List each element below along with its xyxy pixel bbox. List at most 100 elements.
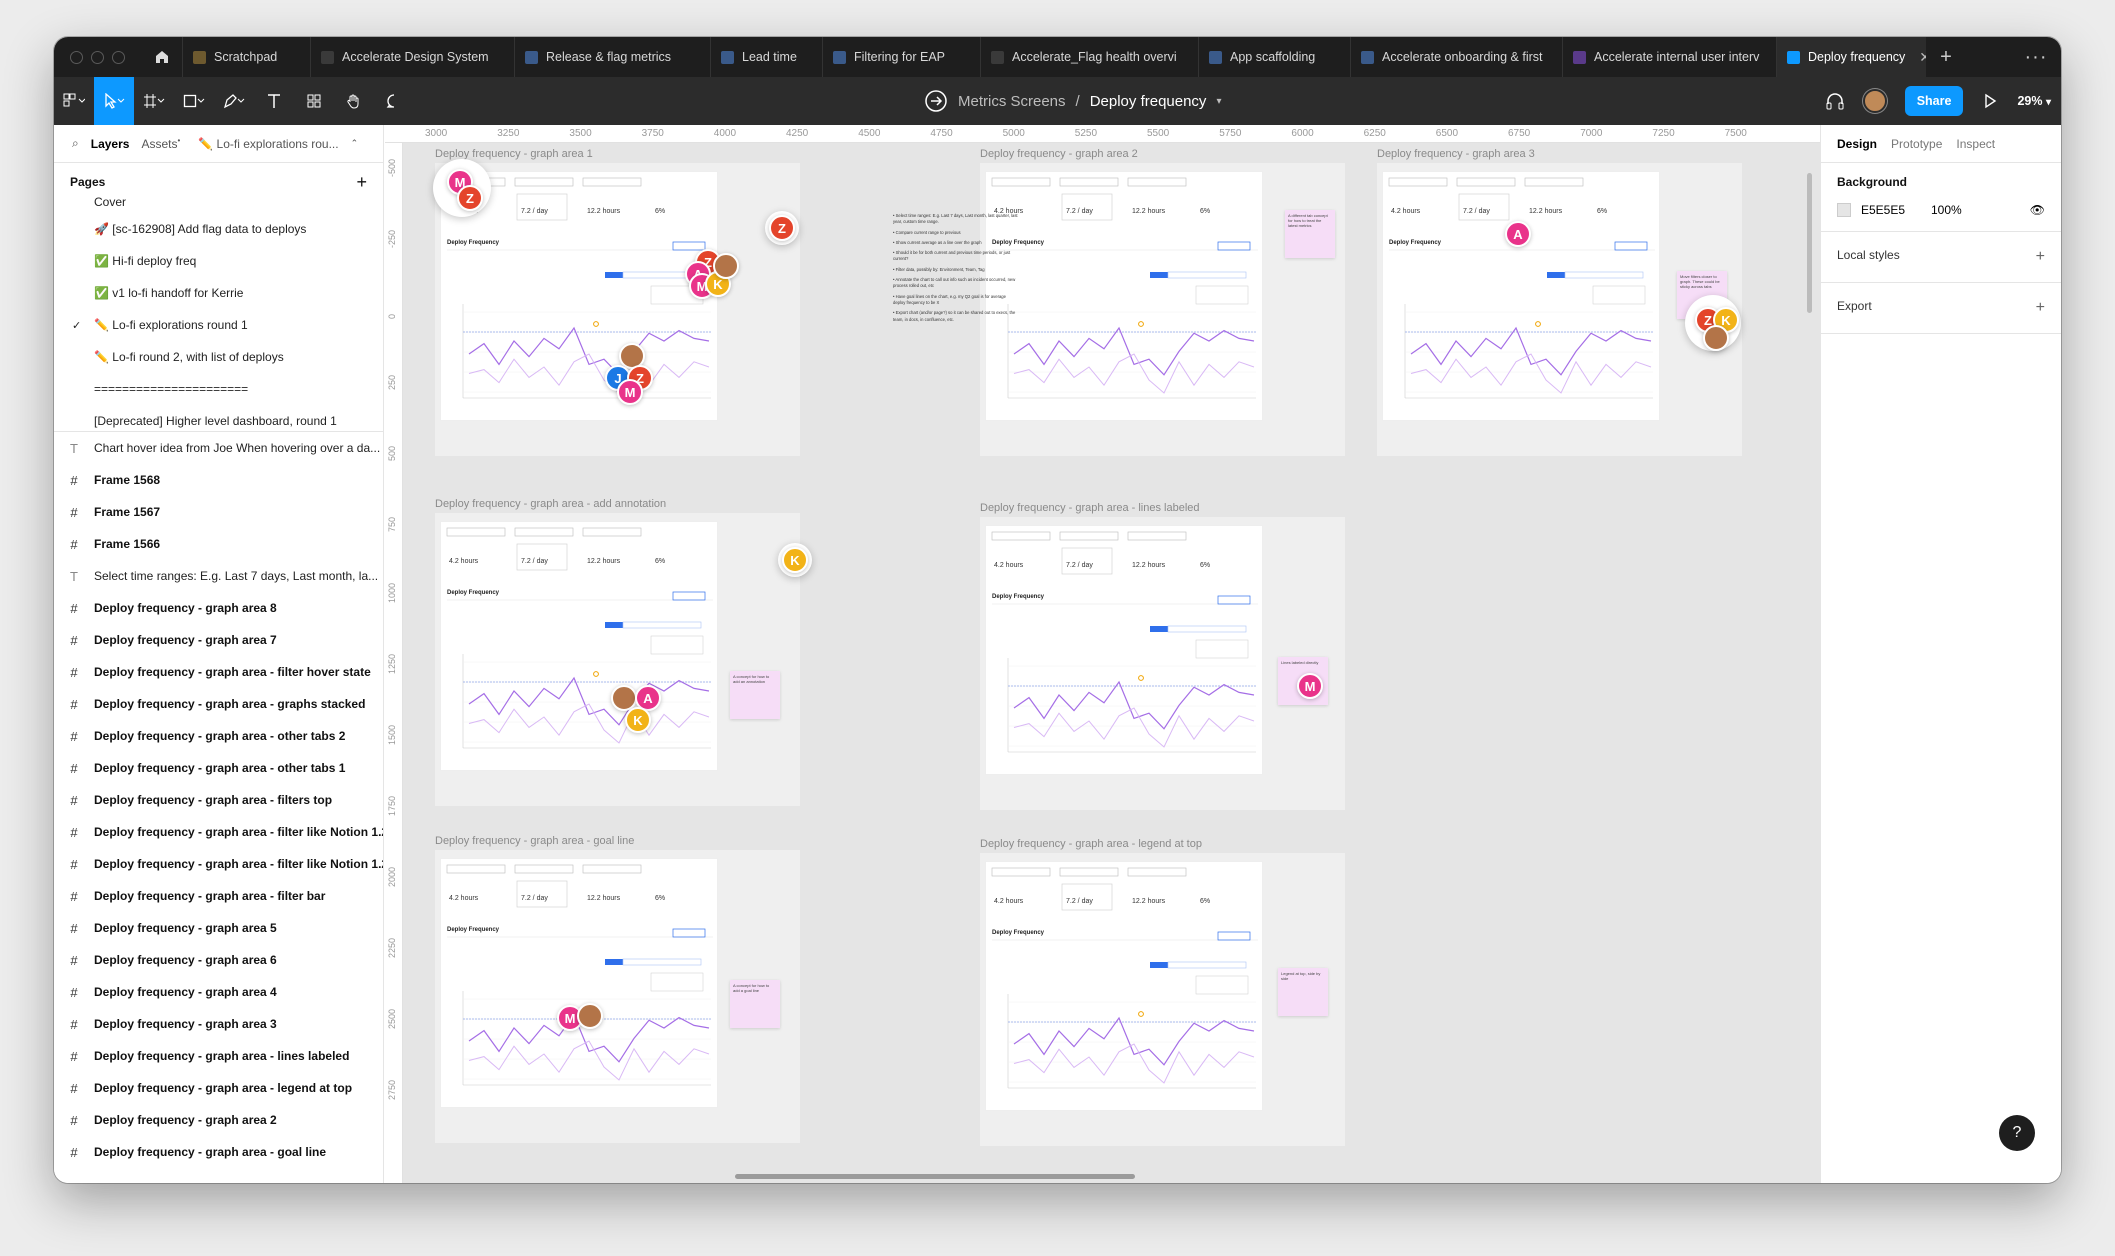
frame-label[interactable]: Deploy frequency - graph area 3 xyxy=(1377,148,1535,160)
page-item[interactable]: Cover xyxy=(54,191,383,213)
layer-item[interactable]: # Deploy frequency - graph area - goal li… xyxy=(54,1136,383,1168)
tab-5[interactable]: Filtering for EAP xyxy=(822,37,980,77)
tab-prototype[interactable]: Prototype xyxy=(1891,137,1942,151)
collaborator-avatar[interactable]: M xyxy=(1297,673,1323,699)
tab-assets[interactable]: Assets• xyxy=(141,136,180,151)
page-item[interactable]: 🚀 [sc-162908] Add flag data to deploys xyxy=(54,213,383,245)
close-window-button[interactable] xyxy=(70,50,83,64)
more-icon[interactable]: ··· xyxy=(2011,46,2061,69)
layer-item[interactable]: # Deploy frequency - graph area 3 xyxy=(54,1008,383,1040)
tab-3[interactable]: Release & flag metrics xyxy=(514,37,710,77)
layer-item[interactable]: # Deploy frequency - graph area - graphs … xyxy=(54,688,383,720)
layer-item[interactable]: # Deploy frequency - graph area 6 xyxy=(54,944,383,976)
layer-item[interactable]: # Deploy frequency - graph area - filter … xyxy=(54,656,383,688)
tab-1[interactable]: Scratchpad xyxy=(182,37,310,77)
layer-item[interactable]: # Deploy frequency - graph area 4 xyxy=(54,976,383,1008)
main-menu-icon[interactable] xyxy=(54,77,94,125)
collaborator-avatar[interactable]: M xyxy=(617,379,643,405)
zoom-level[interactable]: 29% ▾ xyxy=(2017,94,2051,108)
layer-item[interactable]: # Deploy frequency - graph area - lines l… xyxy=(54,1040,383,1072)
move-tool-icon[interactable] xyxy=(94,77,134,125)
frame-label[interactable]: Deploy frequency - graph area - goal lin… xyxy=(435,835,634,847)
layer-item[interactable]: # Deploy frequency - graph area - other t… xyxy=(54,752,383,784)
sticky-note[interactable]: Legend at top, side by side xyxy=(1278,968,1328,1016)
frame-label[interactable]: Deploy frequency - graph area - lines la… xyxy=(980,502,1200,514)
collaborator-avatar[interactable]: Z xyxy=(769,215,795,241)
collaborator-avatar[interactable]: K xyxy=(782,547,808,573)
collaborator-avatar[interactable] xyxy=(1703,325,1729,351)
page-item[interactable]: ✏️ Lo-fi round 2, with list of deploys xyxy=(54,341,383,373)
layer-item[interactable]: # Deploy frequency - graph area 8 xyxy=(54,592,383,624)
share-button[interactable]: Share xyxy=(1904,86,1964,116)
zoom-window-button[interactable] xyxy=(112,50,125,64)
layer-item[interactable]: # Deploy frequency - graph area - filter … xyxy=(54,848,383,880)
page-selector[interactable]: ✏️ Lo-fi explorations rou... xyxy=(198,137,338,151)
pen-tool-icon[interactable] xyxy=(214,77,254,125)
sticky-note[interactable]: A concept for how to add a goal line xyxy=(730,980,780,1028)
text-tool-icon[interactable] xyxy=(254,77,294,125)
tab-2[interactable]: Accelerate Design System xyxy=(310,37,514,77)
collaborator-avatar[interactable]: K xyxy=(625,707,651,733)
tab-9[interactable]: Accelerate internal user interv xyxy=(1562,37,1776,77)
collaborator-avatar[interactable] xyxy=(713,253,739,279)
horizontal-scrollbar[interactable] xyxy=(735,1174,1135,1179)
page-item[interactable]: ====================== xyxy=(54,373,383,405)
chevron-down-icon[interactable]: ▾ xyxy=(1216,96,1221,107)
layer-item[interactable]: # Frame 1566 xyxy=(54,528,383,560)
tab-6[interactable]: Accelerate_Flag health overvi xyxy=(980,37,1198,77)
frame-label[interactable]: Deploy frequency - graph area - legend a… xyxy=(980,838,1202,850)
page-item[interactable]: ✓ ✏️ Lo-fi explorations round 1 xyxy=(54,309,383,341)
minimize-window-button[interactable] xyxy=(91,50,104,64)
tab-4[interactable]: Lead time xyxy=(710,37,822,77)
bg-opacity-input[interactable]: 100% xyxy=(1931,203,2020,217)
layer-item[interactable]: T Chart hover idea from Joe When hovering… xyxy=(54,432,383,464)
chevron-up-icon[interactable]: ⌃ xyxy=(351,138,359,149)
close-icon[interactable]: ✕ xyxy=(1919,49,1926,66)
tab-layers[interactable]: Layers xyxy=(91,137,130,151)
shape-tool-icon[interactable] xyxy=(174,77,214,125)
layer-item[interactable]: # Deploy frequency - graph area - filter … xyxy=(54,816,383,848)
layer-item[interactable]: # Deploy frequency - graph area - filter … xyxy=(54,880,383,912)
tab-7[interactable]: App scaffolding xyxy=(1198,37,1350,77)
sticky-note[interactable]: A concept for how to add an annotation xyxy=(730,671,780,719)
color-swatch[interactable] xyxy=(1837,203,1851,217)
components-icon[interactable] xyxy=(294,77,334,125)
layer-item[interactable]: # Deploy frequency - graph area - filters… xyxy=(54,784,383,816)
tab-10[interactable]: Deploy frequency ✕ xyxy=(1776,37,1926,77)
design-frame[interactable]: Deploy Frequency4.2 hours7.2 / day12.2 h… xyxy=(980,853,1345,1146)
present-play-icon[interactable] xyxy=(1981,92,1999,110)
layer-item[interactable]: # Deploy frequency - graph area 2 xyxy=(54,1104,383,1136)
layer-item[interactable]: # Frame 1567 xyxy=(54,496,383,528)
file-name[interactable]: Deploy frequency xyxy=(1090,93,1207,110)
add-style-icon[interactable]: + xyxy=(2036,248,2045,266)
design-canvas[interactable]: 3000 3250 3500 3750 4000 4250 4500 4750 5000 5250… xyxy=(385,125,1820,1183)
design-frame[interactable]: Deploy Frequency4.2 hours7.2 / day12.2 h… xyxy=(435,513,800,806)
visibility-eye-icon[interactable]: 👁 xyxy=(2030,203,2045,217)
avatar[interactable] xyxy=(1862,89,1887,113)
design-frame[interactable]: Deploy Frequency4.2 hours7.2 / day12.2 h… xyxy=(435,163,800,456)
tab-8[interactable]: Accelerate onboarding & first xyxy=(1350,37,1562,77)
frame-label[interactable]: Deploy frequency - graph area 2 xyxy=(980,148,1138,160)
design-frame[interactable]: Deploy Frequency4.2 hours7.2 / day12.2 h… xyxy=(435,850,800,1143)
design-frame[interactable]: Deploy Frequency4.2 hours7.2 / day12.2 h… xyxy=(980,163,1345,456)
search-icon[interactable]: ⌕ xyxy=(72,136,79,151)
page-item[interactable]: [Deprecated] Higher level dashboard, rou… xyxy=(54,405,383,429)
layer-item[interactable]: # Deploy frequency - graph area - legend … xyxy=(54,1072,383,1104)
design-frame[interactable]: Deploy Frequency4.2 hours7.2 / day12.2 h… xyxy=(980,517,1345,810)
text-notes-list[interactable]: • Select time ranges: E.g. Last 7 days, … xyxy=(893,213,1018,327)
page-item[interactable]: ✅ v1 lo-fi handoff for Kerrie xyxy=(54,277,383,309)
sticky-note[interactable]: A different tab concept for how to treat… xyxy=(1285,210,1335,258)
layer-item[interactable]: # Frame 1568 xyxy=(54,464,383,496)
help-button[interactable]: ? xyxy=(1999,1115,2035,1151)
layer-item[interactable]: # Deploy frequency - graph area - other t… xyxy=(54,720,383,752)
new-tab-button[interactable]: + xyxy=(1926,46,1966,69)
comment-tool-icon[interactable] xyxy=(374,77,414,125)
home-icon[interactable] xyxy=(142,37,182,77)
tab-design[interactable]: Design xyxy=(1837,137,1877,151)
layer-item[interactable]: T Select time ranges: E.g. Last 7 days, L… xyxy=(54,560,383,592)
collaborator-avatar[interactable]: A xyxy=(1505,221,1531,247)
frame-tool-icon[interactable] xyxy=(134,77,174,125)
bg-hex-input[interactable]: E5E5E5 xyxy=(1861,203,1921,217)
page-item[interactable]: ✅ Hi-fi deploy freq xyxy=(54,245,383,277)
vertical-scrollbar[interactable] xyxy=(1807,173,1812,313)
